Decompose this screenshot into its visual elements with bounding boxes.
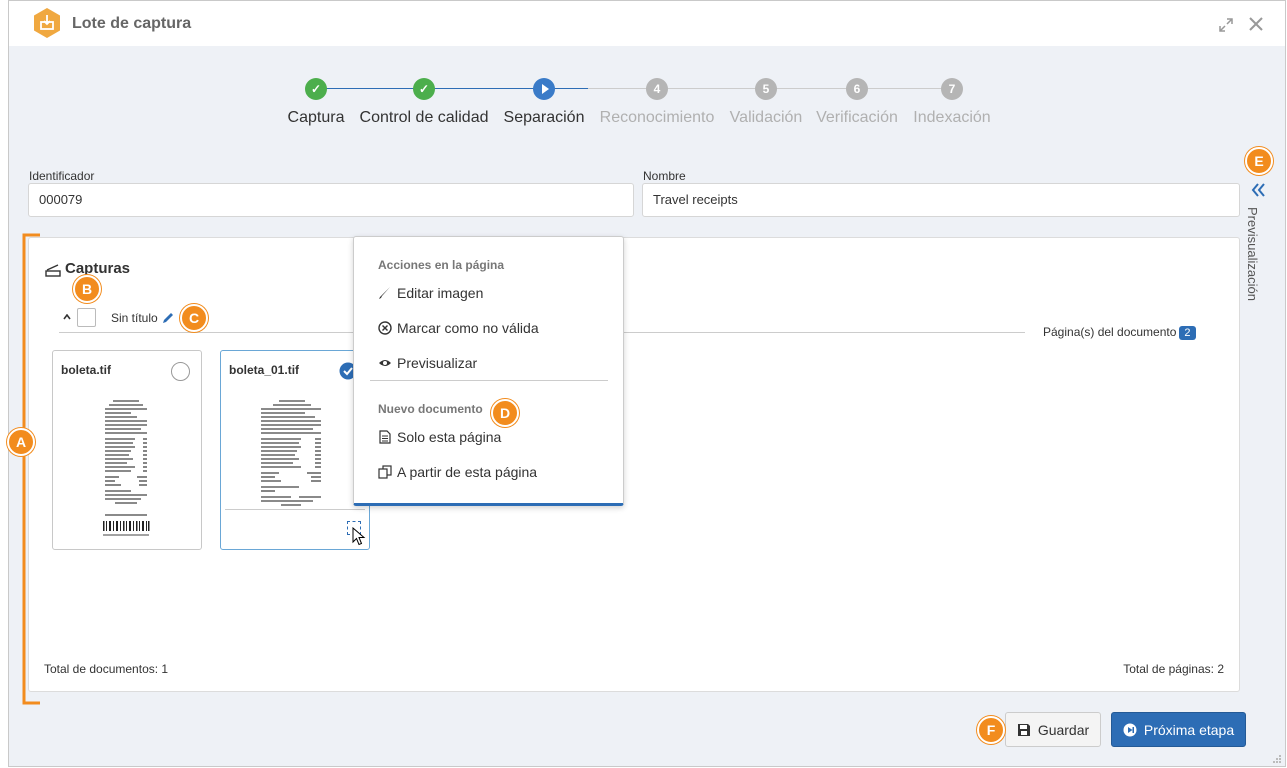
step-5-number: 5 xyxy=(755,78,777,100)
section-bracket xyxy=(22,233,40,705)
menu-item-edit-image[interactable]: Editar imagen xyxy=(378,285,483,301)
page-select-radio[interactable] xyxy=(171,362,190,381)
double-chevron-left-icon[interactable] xyxy=(1250,182,1266,198)
receipt-thumbnail xyxy=(255,395,327,513)
menu-item-label: A partir de esta página xyxy=(397,464,538,480)
step-2-check-icon[interactable]: ✓ xyxy=(413,78,435,100)
edit-pencil-icon[interactable] xyxy=(161,311,175,325)
page-context-menu: Acciones en la página Editar imagen Marc… xyxy=(353,236,624,506)
total-pages: Total de páginas: 2 xyxy=(1123,662,1224,676)
menu-item-only-this-page[interactable]: Solo esta página xyxy=(378,429,501,445)
step-label: Indexación xyxy=(913,109,991,126)
name-field[interactable]: Travel receipts xyxy=(642,183,1240,217)
pages-label: Página(s) del documento xyxy=(1043,325,1177,339)
menu-item-label: Marcar como no válida xyxy=(397,320,539,336)
step-3-play-icon[interactable] xyxy=(533,78,555,100)
menu-divider xyxy=(370,380,608,381)
scanner-icon xyxy=(45,264,61,277)
document-checkbox[interactable] xyxy=(77,308,96,327)
step-1-check-icon[interactable]: ✓ xyxy=(305,78,327,100)
preview-sidebar-label[interactable]: Previsualización xyxy=(1245,207,1260,301)
step-label[interactable]: Control de calidad xyxy=(360,109,489,127)
callout-f: F xyxy=(977,716,1005,744)
pages-count-badge: 2 xyxy=(1179,326,1196,340)
step-label: Reconocimiento xyxy=(599,109,715,126)
document-icon xyxy=(379,430,391,444)
menu-item-from-this-page[interactable]: A partir de esta página xyxy=(378,464,537,480)
menu-section-page-actions: Acciones en la página xyxy=(378,258,505,272)
name-label: Nombre xyxy=(643,169,686,183)
next-step-button-label: Próxima etapa xyxy=(1143,721,1235,738)
step-label: Validación xyxy=(729,109,803,126)
document-title: Sin título xyxy=(111,311,158,325)
callout-e: E xyxy=(1245,147,1273,175)
step-6-number: 6 xyxy=(846,78,868,100)
menu-item-label: Previsualizar xyxy=(397,355,478,371)
mouse-cursor-icon xyxy=(352,527,366,546)
page-card-name: boleta_01.tif xyxy=(229,363,300,377)
title-bar: Lote de captura xyxy=(9,1,1285,46)
menu-item-label: Solo esta página xyxy=(397,429,502,445)
page-card[interactable]: boleta.tif xyxy=(52,350,202,550)
floppy-disk-icon xyxy=(1017,723,1030,736)
card-footer-divider xyxy=(225,509,365,510)
step-4-number: 4 xyxy=(646,78,668,100)
documents-icon xyxy=(378,465,392,479)
menu-section-new-document: Nuevo documento xyxy=(378,402,483,416)
page-card-name: boleta.tif xyxy=(61,363,111,377)
capture-batch-icon xyxy=(34,8,60,38)
save-button-label: Guardar xyxy=(1037,721,1090,738)
next-step-icon xyxy=(1123,723,1137,736)
identifier-label: Identificador xyxy=(29,169,95,183)
next-step-button[interactable]: Próxima etapa xyxy=(1111,712,1246,747)
callout-c: C xyxy=(180,304,208,332)
eye-icon xyxy=(379,360,391,366)
total-documents: Total de documentos: 1 xyxy=(44,662,169,676)
menu-item-preview[interactable]: Previsualizar xyxy=(378,355,477,371)
captures-title: Capturas xyxy=(65,260,131,277)
resize-grip-icon[interactable] xyxy=(1272,754,1282,764)
captures-panel: Capturas Sin título Página(s) del docume… xyxy=(28,237,1240,692)
circle-x-icon xyxy=(378,321,392,335)
callout-b: B xyxy=(73,275,101,303)
menu-item-label: Editar imagen xyxy=(397,285,484,301)
close-icon[interactable] xyxy=(1248,16,1264,32)
window-title: Lote de captura xyxy=(72,15,192,32)
save-button[interactable]: Guardar xyxy=(1005,712,1101,747)
step-label[interactable]: Separación xyxy=(504,109,585,127)
identifier-field[interactable]: 000079 xyxy=(28,183,634,217)
step-7-number: 7 xyxy=(941,78,963,100)
step-label[interactable]: Captura xyxy=(288,109,345,127)
page-card-selected[interactable]: boleta_01.tif xyxy=(220,350,370,550)
step-label: Verificación xyxy=(816,109,898,126)
maximize-icon[interactable] xyxy=(1218,17,1234,33)
chevron-up-icon[interactable] xyxy=(63,314,71,320)
callout-a: A xyxy=(7,428,35,456)
callout-d: D xyxy=(491,399,519,427)
receipt-thumbnail xyxy=(91,395,161,545)
brush-icon xyxy=(379,287,390,299)
pages-info: Página(s) del documento 2 xyxy=(1043,325,1196,340)
menu-item-mark-invalid[interactable]: Marcar como no válida xyxy=(378,320,539,336)
